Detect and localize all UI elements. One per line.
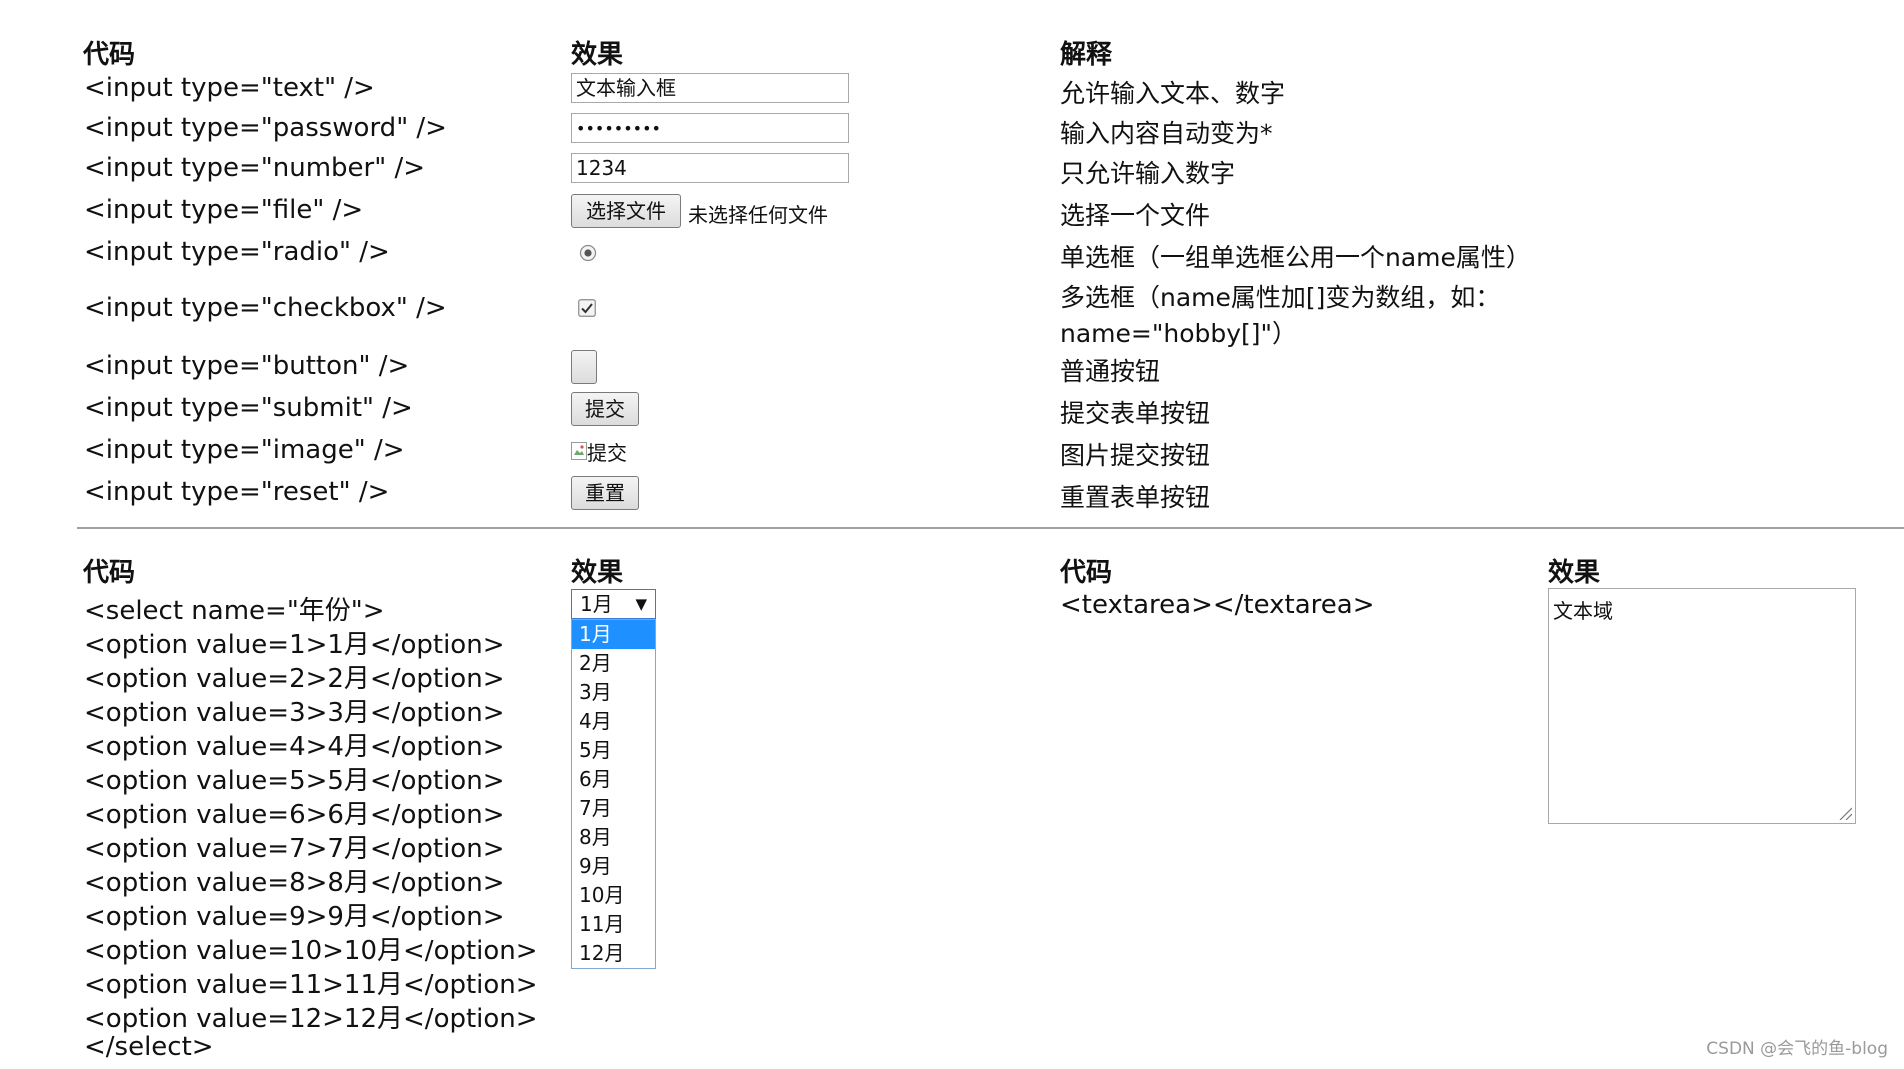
month-option[interactable]: 11月 xyxy=(572,910,655,939)
header-code: 代码 xyxy=(83,40,136,70)
checkbox[interactable] xyxy=(578,299,596,317)
number-input[interactable] xyxy=(571,153,849,183)
explain-reset: 重置表单按钮 xyxy=(1060,483,1211,512)
code-reset: <input type="reset" /> xyxy=(84,477,390,507)
month-option[interactable]: 5月 xyxy=(572,736,655,765)
month-option[interactable]: 10月 xyxy=(572,881,655,910)
month-option[interactable]: 4月 xyxy=(572,707,655,736)
explain-text: 允许输入文本、数字 xyxy=(1060,79,1286,108)
month-select[interactable]: 1月 ▼ xyxy=(571,589,656,619)
select-code-line: <option value=5>5月</option> xyxy=(84,766,505,796)
header-code-bottom: 代码 xyxy=(83,558,136,588)
code-image: <input type="image" /> xyxy=(84,435,405,465)
explain-checkbox-line1: 多选框（name属性加[]变为数组，如： xyxy=(1060,283,1501,312)
checkmark-icon xyxy=(578,299,596,317)
image-submit[interactable]: 提交 xyxy=(571,437,627,465)
select-code-line: <option value=11>11月</option> xyxy=(84,970,538,1000)
header-effect: 效果 xyxy=(571,40,624,70)
textarea-field[interactable]: 文本域 xyxy=(1548,588,1856,824)
explain-radio: 单选框（一组单选框公用一个name属性） xyxy=(1060,243,1531,272)
radio-button[interactable] xyxy=(579,244,597,262)
select-code-line: <option value=3>3月</option> xyxy=(84,698,505,728)
select-code-line: <option value=10>10月</option> xyxy=(84,936,538,966)
broken-image-icon xyxy=(571,442,587,460)
month-select-value: 1月 xyxy=(580,592,613,616)
file-status: 未选择任何文件 xyxy=(688,203,828,227)
header-effect-textarea: 效果 xyxy=(1548,558,1601,588)
select-code-line: <select name="年份"> xyxy=(84,596,385,626)
explain-checkbox-line2: name="hobby[]"） xyxy=(1060,319,1298,348)
header-explain: 解释 xyxy=(1060,40,1113,70)
explain-number: 只允许输入数字 xyxy=(1060,159,1236,188)
explain-submit: 提交表单按钮 xyxy=(1060,399,1211,428)
submit-button[interactable]: 提交 xyxy=(571,392,639,426)
image-alt-text: 提交 xyxy=(587,440,627,465)
select-code-line: <option value=7>7月</option> xyxy=(84,834,505,864)
reset-button[interactable]: 重置 xyxy=(571,476,639,510)
select-code-line: <option value=12>12月</option> xyxy=(84,1004,538,1034)
month-options-list: 1月 2月 3月 4月 5月 6月 7月 8月 9月 10月 11月 12月 xyxy=(571,619,656,969)
empty-button[interactable] xyxy=(571,350,597,384)
explain-image: 图片提交按钮 xyxy=(1060,441,1211,470)
explain-button: 普通按钮 xyxy=(1060,357,1161,386)
resize-grip-icon[interactable] xyxy=(1838,806,1852,820)
section-divider xyxy=(77,527,1904,529)
month-option[interactable]: 2月 xyxy=(572,649,655,678)
textarea-code: <textarea></textarea> xyxy=(1060,590,1375,620)
explain-file: 选择一个文件 xyxy=(1060,201,1211,230)
select-code-line: <option value=6>6月</option> xyxy=(84,800,505,830)
code-file: <input type="file" /> xyxy=(84,195,364,225)
code-text: <input type="text" /> xyxy=(84,73,375,103)
header-code-textarea: 代码 xyxy=(1060,558,1113,588)
select-code-line: </select> xyxy=(84,1032,214,1062)
select-code-line: <option value=4>4月</option> xyxy=(84,732,505,762)
code-password: <input type="password" /> xyxy=(84,113,447,143)
radio-icon xyxy=(579,244,597,262)
watermark: CSDN @会飞的鱼-blog xyxy=(1706,1039,1888,1059)
month-option[interactable]: 3月 xyxy=(572,678,655,707)
select-code-line: <option value=1>1月</option> xyxy=(84,630,505,660)
choose-file-button[interactable]: 选择文件 xyxy=(571,194,681,228)
month-option[interactable]: 6月 xyxy=(572,765,655,794)
code-radio: <input type="radio" /> xyxy=(84,237,390,267)
month-option[interactable]: 8月 xyxy=(572,823,655,852)
code-submit: <input type="submit" /> xyxy=(84,393,413,423)
dropdown-arrow-icon: ▼ xyxy=(635,595,647,613)
header-effect-bottom: 效果 xyxy=(571,558,624,588)
code-checkbox: <input type="checkbox" /> xyxy=(84,293,447,323)
explain-password: 输入内容自动变为* xyxy=(1060,119,1273,148)
textarea-value: 文本域 xyxy=(1553,599,1613,623)
code-button: <input type="button" /> xyxy=(84,351,410,381)
month-option[interactable]: 7月 xyxy=(572,794,655,823)
text-input[interactable] xyxy=(571,73,849,103)
select-code-line: <option value=8>8月</option> xyxy=(84,868,505,898)
code-number: <input type="number" /> xyxy=(84,153,425,183)
password-input[interactable]: ••••••••• xyxy=(571,113,849,143)
month-option[interactable]: 1月 xyxy=(572,620,655,649)
select-code-line: <option value=9>9月</option> xyxy=(84,902,505,932)
month-option[interactable]: 9月 xyxy=(572,852,655,881)
select-code-line: <option value=2>2月</option> xyxy=(84,664,505,694)
month-option[interactable]: 12月 xyxy=(572,939,655,968)
